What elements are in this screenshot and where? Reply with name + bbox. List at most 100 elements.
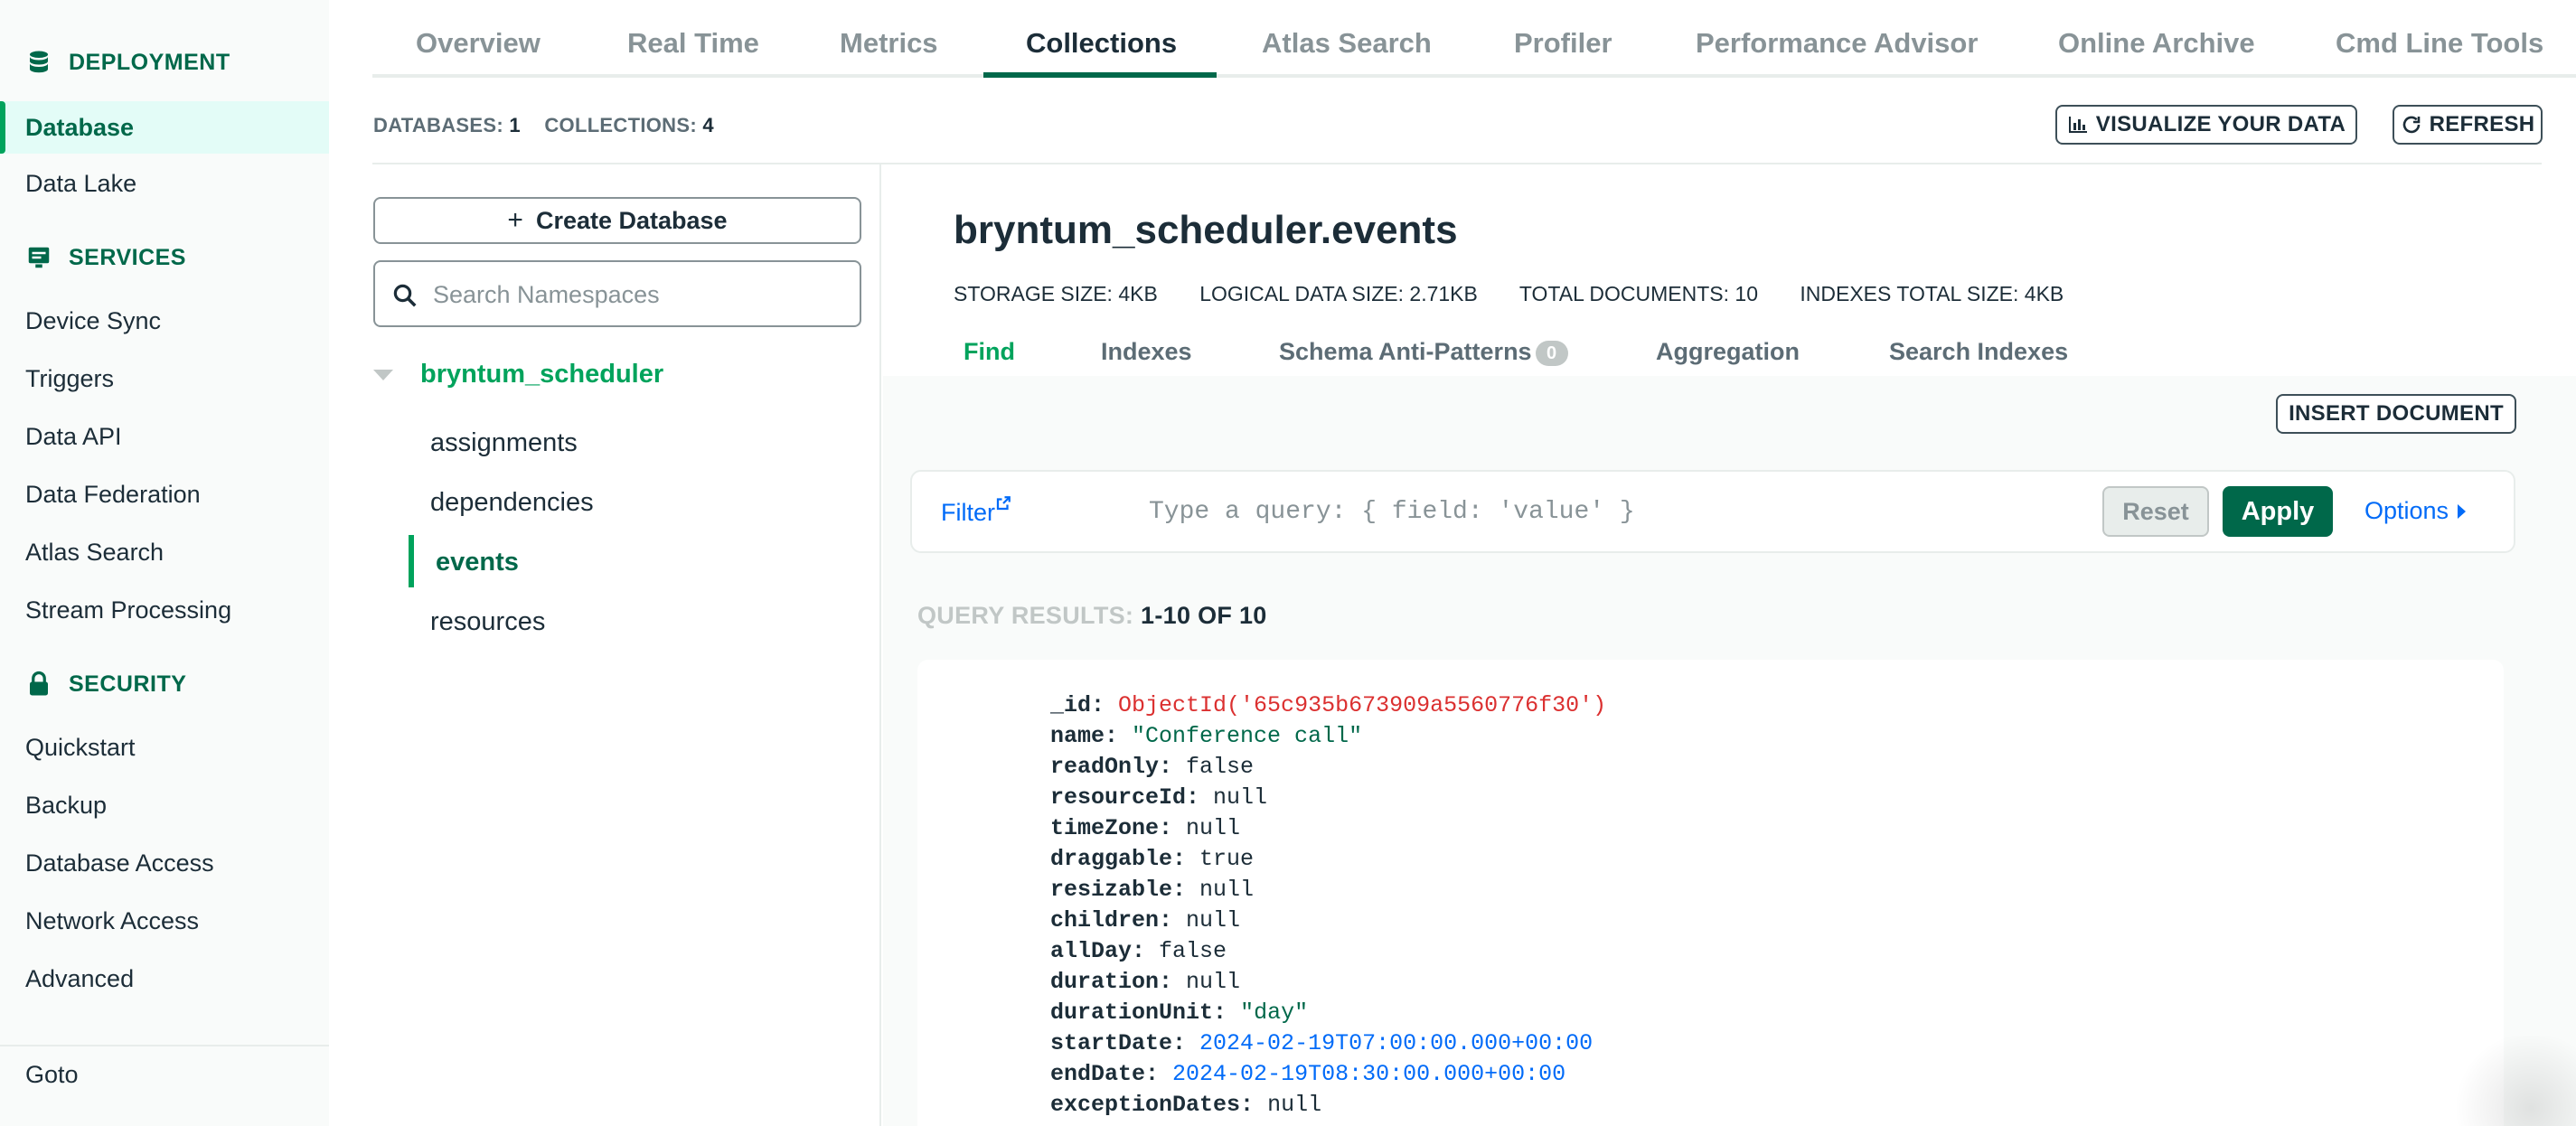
collections-label: COLLECTIONS: bbox=[544, 114, 697, 136]
document-field: children: null bbox=[1050, 905, 1606, 936]
document-field: timeZone: null bbox=[1050, 813, 1606, 844]
databases-count: 1 bbox=[509, 114, 521, 136]
collection-title: bryntum_scheduler.events bbox=[954, 208, 1458, 252]
database-icon bbox=[30, 51, 48, 73]
subtab-indexes[interactable]: Indexes bbox=[1101, 338, 1192, 366]
section-security-label: SECURITY bbox=[69, 671, 187, 697]
sidebar-item-advanced[interactable]: Advanced bbox=[25, 965, 134, 993]
tab-atlas-search[interactable]: Atlas Search bbox=[1262, 27, 1432, 60]
query-results-range: 1-10 OF 10 bbox=[1141, 602, 1267, 629]
active-tab-indicator bbox=[983, 72, 1217, 78]
document-field: resourceId: null bbox=[1050, 783, 1606, 813]
field-key: durationUnit: bbox=[1050, 999, 1227, 1026]
document-field: allDay: false bbox=[1050, 936, 1606, 967]
filter-link[interactable]: Filter bbox=[941, 495, 1011, 527]
collection-item-dependencies[interactable]: dependencies bbox=[430, 488, 594, 518]
section-services-label: SERVICES bbox=[69, 244, 186, 270]
collection-item-assignments[interactable]: assignments bbox=[430, 428, 578, 458]
field-value: "day" bbox=[1240, 999, 1309, 1026]
subtab-aggregation[interactable]: Aggregation bbox=[1656, 338, 1800, 366]
field-value: null bbox=[1186, 815, 1241, 841]
field-value: false bbox=[1159, 938, 1227, 964]
query-input[interactable] bbox=[1149, 490, 2053, 533]
collections-count: 4 bbox=[702, 114, 714, 136]
field-key: exceptionDates: bbox=[1050, 1092, 1255, 1118]
document-card[interactable]: _id: ObjectId('65c935b673909a5560776f30'… bbox=[917, 660, 2504, 1126]
sidebar-item-database-label: Database bbox=[25, 114, 135, 141]
document-field: name: "Conference call" bbox=[1050, 721, 1606, 752]
logical-size-label: LOGICAL DATA SIZE: bbox=[1199, 282, 1405, 305]
sidebar-item-network-access[interactable]: Network Access bbox=[25, 907, 199, 935]
database-tree-item[interactable]: bryntum_scheduler bbox=[373, 360, 663, 389]
query-results-label: QUERY RESULTS: bbox=[917, 602, 1134, 629]
left-sidebar: DEPLOYMENT Database Data Lake SERVICES D… bbox=[0, 0, 329, 1126]
options-toggle[interactable]: Options bbox=[2364, 497, 2467, 525]
tab-performance-advisor[interactable]: Performance Advisor bbox=[1696, 27, 1978, 60]
services-icon bbox=[28, 247, 50, 268]
reset-button[interactable]: Reset bbox=[2102, 486, 2209, 537]
document-field: draggable: true bbox=[1050, 844, 1606, 875]
options-label: Options bbox=[2364, 497, 2449, 524]
sidebar-item-device-sync[interactable]: Device Sync bbox=[25, 307, 161, 335]
caret-down-icon[interactable] bbox=[373, 369, 393, 380]
field-key: draggable: bbox=[1050, 846, 1187, 872]
toolbar-divider bbox=[372, 163, 2542, 164]
indexes-size-value: 4KB bbox=[2024, 282, 2064, 305]
tab-real-time[interactable]: Real Time bbox=[627, 27, 759, 60]
tab-profiler[interactable]: Profiler bbox=[1514, 27, 1612, 60]
sidebar-item-database-access[interactable]: Database Access bbox=[25, 849, 214, 877]
sidebar-item-stream-processing[interactable]: Stream Processing bbox=[25, 596, 231, 624]
sidebar-item-backup[interactable]: Backup bbox=[25, 792, 107, 820]
plus-icon: + bbox=[507, 205, 523, 235]
subtab-find[interactable]: Find bbox=[964, 338, 1015, 366]
tab-metrics[interactable]: Metrics bbox=[840, 27, 938, 60]
caret-right-icon bbox=[2458, 503, 2467, 519]
field-value: null bbox=[1267, 1092, 1322, 1118]
visualize-data-button[interactable]: VISUALIZE YOUR DATA bbox=[2055, 105, 2357, 145]
sidebar-divider bbox=[0, 1045, 329, 1046]
collection-stats: STORAGE SIZE: 4KB LOGICAL DATA SIZE: 2.7… bbox=[954, 282, 2100, 306]
chat-widget-shadow bbox=[2449, 1036, 2576, 1126]
total-documents-label: TOTAL DOCUMENTS: bbox=[1518, 282, 1730, 305]
sidebar-item-triggers[interactable]: Triggers bbox=[25, 365, 114, 393]
document-field: duration: null bbox=[1050, 967, 1606, 998]
insert-document-button[interactable]: INSERT DOCUMENT bbox=[2276, 394, 2516, 434]
apply-button[interactable]: Apply bbox=[2223, 486, 2333, 537]
tab-overview[interactable]: Overview bbox=[416, 27, 541, 60]
sidebar-item-data-api[interactable]: Data API bbox=[25, 423, 122, 451]
refresh-button[interactable]: REFRESH bbox=[2393, 105, 2543, 145]
bar-chart-icon bbox=[2068, 117, 2087, 133]
sidebar-item-data-lake[interactable]: Data Lake bbox=[25, 170, 136, 198]
storage-size-value: 4KB bbox=[1118, 282, 1158, 305]
tab-cmd-line-tools[interactable]: Cmd Line Tools bbox=[2336, 27, 2543, 60]
document-field: _id: ObjectId('65c935b673909a5560776f30'… bbox=[1050, 690, 1606, 721]
subtab-schema-label: Schema Anti-Patterns bbox=[1279, 338, 1532, 365]
external-link-icon bbox=[996, 496, 1011, 511]
field-key: endDate: bbox=[1050, 1061, 1160, 1087]
create-database-button[interactable]: + Create Database bbox=[373, 197, 861, 244]
collection-item-events[interactable]: events bbox=[436, 548, 519, 577]
document-field: durationUnit: "day" bbox=[1050, 998, 1606, 1028]
tab-collections[interactable]: Collections bbox=[1026, 27, 1177, 60]
search-namespaces bbox=[373, 260, 861, 327]
tab-online-archive[interactable]: Online Archive bbox=[2058, 27, 2255, 60]
collection-item-resources[interactable]: resources bbox=[430, 607, 545, 637]
visualize-data-label: VISUALIZE YOUR DATA bbox=[2095, 112, 2346, 136]
field-key: resizable: bbox=[1050, 877, 1187, 903]
sidebar-item-quickstart[interactable]: Quickstart bbox=[25, 734, 136, 762]
sidebar-item-goto[interactable]: Goto bbox=[25, 1061, 79, 1089]
sidebar-item-data-federation[interactable]: Data Federation bbox=[25, 481, 201, 509]
schema-count-badge: 0 bbox=[1535, 340, 1568, 366]
field-value: null bbox=[1199, 877, 1255, 903]
insert-document-label: INSERT DOCUMENT bbox=[2289, 401, 2504, 426]
subtab-search-indexes[interactable]: Search Indexes bbox=[1889, 338, 2068, 366]
section-security: SECURITY bbox=[25, 671, 186, 698]
sidebar-item-database[interactable]: Database bbox=[0, 101, 329, 154]
lock-icon bbox=[30, 671, 48, 696]
filter-label: Filter bbox=[941, 499, 995, 526]
subtab-schema-anti-patterns[interactable]: Schema Anti-Patterns 0 bbox=[1279, 338, 1568, 366]
document-field: readOnly: false bbox=[1050, 752, 1606, 783]
search-namespaces-input[interactable] bbox=[433, 275, 849, 314]
field-key: readOnly: bbox=[1050, 754, 1173, 780]
sidebar-item-atlas-search[interactable]: Atlas Search bbox=[25, 539, 164, 567]
